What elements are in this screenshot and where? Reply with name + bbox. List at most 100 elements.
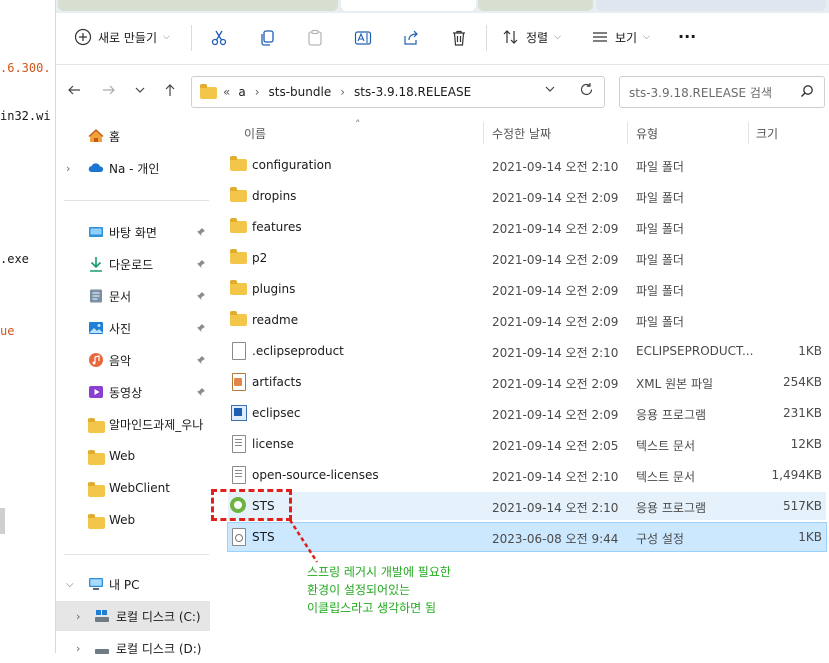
file-date: 2021-09-14 오전 2:09 [492, 191, 619, 205]
copy-button[interactable] [256, 27, 278, 49]
home-icon [88, 129, 104, 142]
file-row[interactable]: p2 2021-09-14 오전 2:09 파일 폴더 [228, 244, 826, 272]
pin-icon[interactable] [196, 387, 206, 397]
text-file-icon [230, 466, 248, 484]
file-date: 2021-09-14 오전 2:09 [492, 315, 619, 329]
tab-strip [56, 0, 829, 13]
sidebar-item-downloads[interactable]: 다운로드 [56, 249, 212, 279]
up-button[interactable] [159, 79, 181, 101]
column-header-size[interactable]: 크기 [756, 125, 778, 142]
chevron-down-icon: ⌵ [163, 32, 170, 42]
recent-locations-button[interactable] [129, 79, 151, 101]
sort-button[interactable]: 정렬 ⌵ [502, 28, 561, 46]
sidebar-item-drive-d[interactable]: › 로컬 디스크 (D:) [56, 633, 212, 663]
view-label: 보기 [615, 30, 638, 45]
column-header-date[interactable]: 수정한 날짜 [492, 125, 551, 142]
folder-icon [88, 514, 105, 529]
pin-icon[interactable] [196, 227, 206, 237]
sidebar-item-folder[interactable]: Web [56, 505, 212, 535]
desktop-icon [89, 227, 103, 237]
background-editor: .6.300. in32.wi .exe ue [0, 0, 56, 653]
address-dropdown-button[interactable] [544, 83, 556, 98]
sidebar-item-label: 홈 [109, 129, 121, 144]
sidebar-item-label: Web [109, 449, 136, 463]
file-date: 2021-09-14 오전 2:09 [492, 222, 619, 236]
file-row[interactable]: features 2021-09-14 오전 2:09 파일 폴더 [228, 213, 826, 241]
breadcrumb-item[interactable]: a [238, 85, 245, 99]
chevron-right-icon[interactable]: › [66, 162, 70, 175]
paste-button[interactable] [304, 27, 326, 49]
file-date: 2021-09-14 오전 2:10 [492, 501, 619, 515]
app-icon [230, 404, 248, 422]
new-button[interactable]: 새로 만들기 ⌵ [74, 28, 170, 46]
chevron-down-icon[interactable]: ⌵ [66, 579, 74, 590]
annotation-text-line: 스프링 레거시 개발에 필요한 [307, 565, 451, 579]
file-size: 1KB [798, 530, 822, 544]
file-name: plugins [252, 282, 296, 296]
sidebar-item-music[interactable]: 음악 [56, 345, 212, 375]
address-bar[interactable]: « a › sts-bundle › sts-3.9.18.RELEASE [191, 76, 605, 108]
pin-icon[interactable] [196, 323, 206, 333]
more-options-button[interactable]: ··· [678, 27, 696, 46]
folder-icon [230, 249, 248, 267]
tab-current[interactable] [341, 0, 476, 11]
copy-icon [261, 30, 274, 46]
pin-icon[interactable] [196, 355, 206, 365]
file-row[interactable]: eclipsec 2021-09-14 오전 2:09 응용 프로그램 231KB [228, 399, 826, 427]
sidebar-item-documents[interactable]: 문서 [56, 281, 212, 311]
column-divider[interactable] [627, 122, 628, 144]
sidebar-item-folder[interactable]: Web [56, 441, 212, 471]
chevron-down-icon: ⌵ [554, 32, 561, 42]
sidebar-item-cloud[interactable]: › Na - 개인 [56, 153, 212, 183]
view-button[interactable]: 보기 ⌵ [591, 28, 650, 46]
sidebar-item-label: 로컬 디스크 (D:) [116, 641, 202, 656]
column-divider[interactable] [483, 122, 484, 144]
file-row[interactable]: plugins 2021-09-14 오전 2:09 파일 폴더 [228, 275, 826, 303]
file-row[interactable]: dropins 2021-09-14 오전 2:09 파일 폴더 [228, 182, 826, 210]
breadcrumb-item[interactable]: sts-bundle [269, 85, 332, 99]
cut-button[interactable] [208, 27, 230, 49]
sidebar-item-folder[interactable]: WebClient [56, 473, 212, 503]
breadcrumb-separator-icon: › [340, 85, 346, 99]
toolbar-divider [486, 25, 487, 51]
tab-next[interactable] [478, 0, 593, 11]
breadcrumb-overflow[interactable]: « [223, 85, 230, 99]
pin-icon[interactable] [196, 259, 206, 269]
sidebar-item-drive-c[interactable]: › 로컬 디스크 (C:) [56, 601, 210, 631]
share-button[interactable] [400, 27, 422, 49]
chevron-right-icon[interactable]: › [76, 610, 80, 623]
file-type: 텍스트 문서 [636, 470, 696, 484]
sidebar-item-label: 로컬 디스크 (C:) [116, 609, 201, 624]
sidebar-item-this-pc[interactable]: ⌵ 내 PC [56, 569, 212, 599]
forward-button[interactable] [98, 79, 120, 101]
sidebar-item-desktop[interactable]: 바탕 화면 [56, 217, 212, 247]
back-button[interactable] [63, 79, 85, 101]
sidebar-item-pictures[interactable]: 사진 [56, 313, 212, 343]
rename-button[interactable] [352, 27, 374, 49]
sidebar-item-videos[interactable]: 동영상 [56, 377, 212, 407]
search-box[interactable]: sts-3.9.18.RELEASE 검색 [619, 76, 825, 108]
file-row[interactable]: .eclipseproduct 2021-09-14 오전 2:10 ECLIPSE… [228, 337, 826, 365]
file-type: 파일 폴더 [636, 253, 684, 267]
sidebar-item-home[interactable]: 홈 [56, 121, 212, 151]
folder-icon [230, 280, 248, 298]
column-divider[interactable] [748, 122, 749, 144]
file-row[interactable]: STS 2021-09-14 오전 2:10 응용 프로그램 517KB [228, 492, 826, 520]
file-row[interactable]: open-source-licenses 2021-09-14 오전 2:10 텍스… [228, 461, 826, 489]
pin-icon[interactable] [196, 291, 206, 301]
file-icon [230, 342, 248, 360]
file-row[interactable]: configuration 2021-09-14 오전 2:10 파일 폴더 [228, 151, 826, 179]
config-file-icon [230, 528, 248, 546]
tab-previous[interactable] [58, 0, 338, 11]
refresh-button[interactable] [579, 82, 594, 100]
file-row[interactable]: artifacts 2021-09-14 오전 2:09 XML 원본 파일 254K… [228, 368, 826, 396]
sidebar-item-folder[interactable]: 알마인드과제_우나 [56, 409, 212, 439]
file-row[interactable]: readme 2021-09-14 오전 2:09 파일 폴더 [228, 306, 826, 334]
column-header-name[interactable]: 이름 [244, 125, 266, 142]
breadcrumb-item[interactable]: sts-3.9.18.RELEASE [354, 85, 471, 99]
file-row[interactable]: license 2021-09-14 오전 2:05 텍스트 문서 12KB [228, 430, 826, 458]
delete-button[interactable] [448, 27, 470, 49]
file-size: 517KB [782, 499, 822, 513]
column-header-type[interactable]: 유형 [636, 125, 658, 142]
folder-icon [200, 84, 217, 99]
